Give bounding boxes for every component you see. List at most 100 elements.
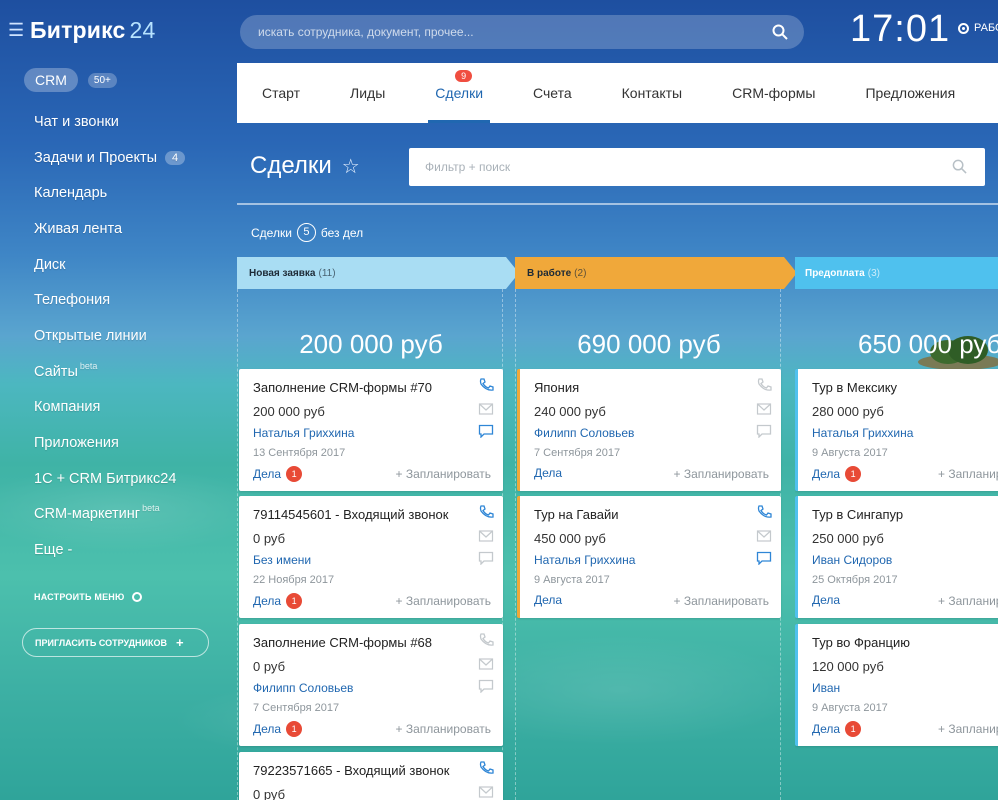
deal-title[interactable]: Тур во Францию	[812, 635, 910, 650]
star-icon[interactable]: ☆	[342, 154, 360, 179]
deal-contact[interactable]: Наталья Гриххина	[812, 426, 913, 440]
phone-icon[interactable]	[478, 633, 494, 647]
deal-title[interactable]: Тур в Сингапур	[812, 507, 903, 522]
deal-contact[interactable]: Филипп Соловьев	[534, 426, 634, 440]
sidebar-item-more[interactable]: Еще -	[34, 532, 185, 568]
sidebar-item-apps[interactable]: Приложения	[34, 425, 185, 461]
tab-contacts[interactable]: Контакты	[597, 63, 707, 123]
menu-burger-icon[interactable]: ☰	[8, 20, 30, 41]
tab-invoices[interactable]: Счета	[508, 63, 597, 123]
deal-activities[interactable]: Дела	[534, 466, 562, 480]
sidebar-item-open-lines[interactable]: Открытые линии	[34, 318, 185, 354]
plan-activity-link[interactable]: + Запланировать	[938, 467, 998, 481]
sidebar-item-feed[interactable]: Живая лента	[34, 211, 185, 247]
stage-header[interactable]: В работе (2)	[515, 257, 797, 289]
search-icon[interactable]	[952, 159, 967, 174]
mail-icon[interactable]	[756, 402, 772, 416]
sidebar-crm[interactable]: CRM 50+	[24, 68, 117, 92]
filter-search-input[interactable]: Фильтр + поиск	[409, 148, 985, 186]
mail-icon[interactable]	[478, 529, 494, 543]
sidebar-item-tasks[interactable]: Задачи и Проекты 4	[34, 140, 186, 176]
deal-title[interactable]: 79223571665 - Входящий звонок	[253, 763, 449, 778]
deal-card[interactable]: 79114545601 - Входящий звонок 0 руб Без …	[239, 496, 503, 618]
deal-activities[interactable]: Дела	[534, 593, 562, 607]
plan-activity-link[interactable]: + Запланировать	[673, 467, 769, 481]
mail-icon[interactable]	[478, 785, 494, 799]
tab-crm-forms[interactable]: CRM-формы	[707, 63, 840, 123]
mail-icon[interactable]	[756, 529, 772, 543]
mail-icon[interactable]	[478, 402, 494, 416]
deal-card[interactable]: Заполнение CRM-формы #70 200 000 руб Нат…	[239, 369, 503, 491]
deal-card[interactable]: Япония 240 000 руб Филипп Соловьев 7 Сен…	[517, 369, 781, 491]
phone-icon[interactable]	[756, 378, 772, 392]
sidebar-item-crm[interactable]: CRM	[24, 68, 78, 92]
deal-price: 200 000 руб	[253, 404, 325, 419]
plan-activity-link[interactable]: + Запланировать	[395, 467, 491, 481]
phone-icon[interactable]	[756, 505, 772, 519]
phone-icon[interactable]	[478, 378, 494, 392]
sidebar-item-telephony[interactable]: Телефония	[34, 282, 185, 318]
chat-icon[interactable]	[478, 551, 494, 565]
stage-sum: 200 000 руб	[299, 329, 443, 359]
work-day-status[interactable]: РАБОТА	[958, 22, 998, 34]
deal-title[interactable]: Япония	[534, 380, 579, 395]
phone-icon[interactable]	[478, 761, 494, 775]
chat-icon[interactable]	[478, 679, 494, 693]
deal-contact[interactable]: Без имени	[253, 553, 311, 567]
deal-activities[interactable]: Дела 1	[253, 593, 303, 609]
deal-activities[interactable]: Дела 1	[253, 466, 303, 482]
deal-activities[interactable]: Дела 1	[812, 466, 862, 482]
deal-activities[interactable]: Дела 1	[253, 721, 303, 737]
chat-icon[interactable]	[756, 551, 772, 565]
plan-activity-link[interactable]: + Запланировать	[938, 594, 998, 608]
plan-activity-link[interactable]: + Запланировать	[395, 594, 491, 608]
deal-title[interactable]: Тур в Мексику	[812, 380, 897, 395]
deal-card[interactable]: Тур в Сингапур 250 000 руб Иван Сидоров …	[795, 496, 998, 618]
deal-card[interactable]: Тур на Гавайи 450 000 руб Наталья Гриххи…	[517, 496, 781, 618]
deal-card[interactable]: Тур в Мексику 280 000 руб Наталья Гриххи…	[795, 369, 998, 491]
deal-activities[interactable]: Дела 1	[812, 721, 862, 737]
deal-title[interactable]: 79114545601 - Входящий звонок	[253, 507, 448, 522]
sidebar-item-1c[interactable]: 1С + CRM Битрикс24	[34, 461, 185, 497]
sidebar-item-disk[interactable]: Диск	[34, 247, 185, 283]
deal-title[interactable]: Заполнение CRM-формы #70	[253, 380, 432, 395]
deal-activities[interactable]: Дела	[812, 593, 840, 607]
logo[interactable]: Битрикс 24	[30, 17, 156, 44]
mail-icon[interactable]	[478, 657, 494, 671]
deal-contact[interactable]: Наталья Гриххина	[534, 553, 635, 567]
sidebar-item-calendar[interactable]: Календарь	[34, 175, 185, 211]
plan-activity-link[interactable]: + Запланировать	[395, 722, 491, 736]
plan-activity-link[interactable]: + Запланировать	[938, 722, 998, 736]
tab-start[interactable]: Старт	[237, 63, 325, 123]
global-search-input[interactable]: искать сотрудника, документ, прочее...	[240, 15, 804, 49]
tab-deals[interactable]: Сделки 9	[410, 63, 508, 123]
deals-without-tasks[interactable]: Сделки 5 без дел	[251, 223, 363, 242]
chat-icon[interactable]	[478, 424, 494, 438]
chat-icon[interactable]	[756, 424, 772, 438]
stage-header[interactable]: Предоплата (3)	[795, 257, 998, 289]
deal-card[interactable]: Заполнение CRM-формы #68 0 руб Филипп Со…	[239, 624, 503, 746]
deal-date: 9 Августа 2017	[534, 574, 610, 586]
sidebar-item-sites[interactable]: Сайты beta	[34, 354, 185, 390]
clock: 17:01	[850, 8, 951, 50]
configure-menu-button[interactable]: НАСТРОИТЬ МЕНЮ	[34, 592, 143, 602]
deal-contact[interactable]: Иван Сидоров	[812, 553, 892, 567]
stage-header[interactable]: Новая заявка (11)	[237, 257, 519, 289]
sidebar-item-chat[interactable]: Чат и звонки	[34, 104, 185, 140]
tab-quotes[interactable]: Предложения	[840, 63, 980, 123]
deal-card[interactable]: 79223571665 - Входящий звонок 0 руб	[239, 752, 503, 800]
deal-contact[interactable]: Иван	[812, 681, 840, 695]
deal-card[interactable]: Тур во Францию 120 000 руб Иван 9 Август…	[795, 624, 998, 746]
deal-title[interactable]: Заполнение CRM-формы #68	[253, 635, 432, 650]
invite-employees-button[interactable]: ПРИГЛАСИТЬ СОТРУДНИКОВ +	[22, 628, 209, 657]
tab-leads[interactable]: Лиды	[325, 63, 410, 123]
beta-tag: beta	[79, 360, 98, 371]
deal-title[interactable]: Тур на Гавайи	[534, 507, 618, 522]
plan-activity-link[interactable]: + Запланировать	[673, 594, 769, 608]
search-icon[interactable]	[772, 24, 788, 40]
deal-contact[interactable]: Филипп Соловьев	[253, 681, 353, 695]
sidebar-item-crm-marketing[interactable]: CRM-маркетинг beta	[34, 497, 185, 533]
phone-icon[interactable]	[478, 505, 494, 519]
deal-contact[interactable]: Наталья Гриххина	[253, 426, 354, 440]
sidebar-item-company[interactable]: Компания	[34, 390, 185, 426]
